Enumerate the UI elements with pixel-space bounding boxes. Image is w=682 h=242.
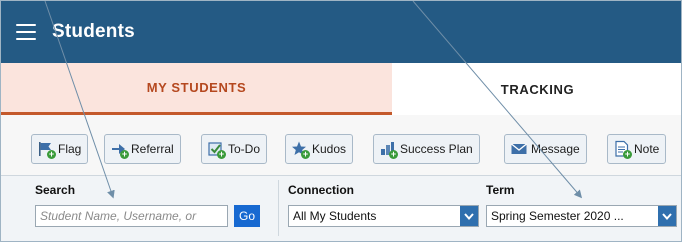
connection-value: All My Students bbox=[293, 209, 377, 223]
flag-button[interactable]: + Flag bbox=[31, 134, 89, 164]
chevron-down-icon bbox=[658, 206, 676, 226]
app-header: Students bbox=[1, 1, 681, 63]
search-label: Search bbox=[35, 183, 76, 197]
term-label: Term bbox=[486, 183, 515, 197]
success-plan-icon: + bbox=[379, 140, 398, 159]
note-button-label: Note bbox=[634, 142, 660, 156]
todo-button-label: To-Do bbox=[228, 142, 261, 156]
message-button-label: Message bbox=[531, 142, 580, 156]
success-plan-button[interactable]: + Success Plan bbox=[373, 134, 480, 164]
referral-icon: + bbox=[110, 140, 129, 159]
go-button[interactable]: Go bbox=[234, 205, 260, 227]
connection-label: Connection bbox=[288, 183, 354, 197]
note-button[interactable]: + Note bbox=[607, 134, 667, 164]
menu-icon[interactable] bbox=[16, 24, 36, 40]
kudos-button-label: Kudos bbox=[312, 142, 347, 156]
flag-button-label: Flag bbox=[58, 142, 82, 156]
chevron-down-icon bbox=[460, 206, 478, 226]
tab-tracking[interactable]: TRACKING bbox=[392, 63, 681, 115]
filter-bar: Search Go Connection All My Students Ter… bbox=[1, 175, 681, 241]
message-button[interactable]: Message bbox=[504, 134, 587, 164]
todo-icon: + bbox=[207, 140, 226, 159]
flag-icon: + bbox=[37, 140, 56, 159]
note-icon: + bbox=[613, 140, 632, 159]
tab-bar: MY STUDENTS TRACKING bbox=[1, 63, 681, 115]
page-title: Students bbox=[52, 21, 135, 42]
term-value: Spring Semester 2020 ... bbox=[491, 209, 624, 223]
term-select[interactable]: Spring Semester 2020 ... bbox=[486, 205, 677, 227]
tab-my-students[interactable]: MY STUDENTS bbox=[1, 63, 392, 115]
envelope-icon bbox=[510, 140, 528, 158]
app-window: Students MY STUDENTS TRACKING + Flag + R… bbox=[0, 0, 682, 242]
referral-button-label: Referral bbox=[131, 142, 174, 156]
filter-divider bbox=[278, 180, 279, 236]
connection-select[interactable]: All My Students bbox=[288, 205, 479, 227]
referral-button[interactable]: + Referral bbox=[104, 134, 181, 164]
kudos-star-icon: + bbox=[291, 140, 310, 159]
search-input[interactable] bbox=[35, 205, 228, 227]
search-group: Search Go bbox=[35, 176, 270, 241]
action-toolbar: + Flag + Referral + To-Do + Kudos + Succ… bbox=[1, 115, 681, 175]
todo-button[interactable]: + To-Do bbox=[201, 134, 268, 164]
success-plan-button-label: Success Plan bbox=[400, 142, 473, 156]
term-group: Term Spring Semester 2020 ... bbox=[486, 176, 681, 241]
kudos-button[interactable]: + Kudos bbox=[285, 134, 354, 164]
connection-group: Connection All My Students bbox=[288, 176, 481, 241]
